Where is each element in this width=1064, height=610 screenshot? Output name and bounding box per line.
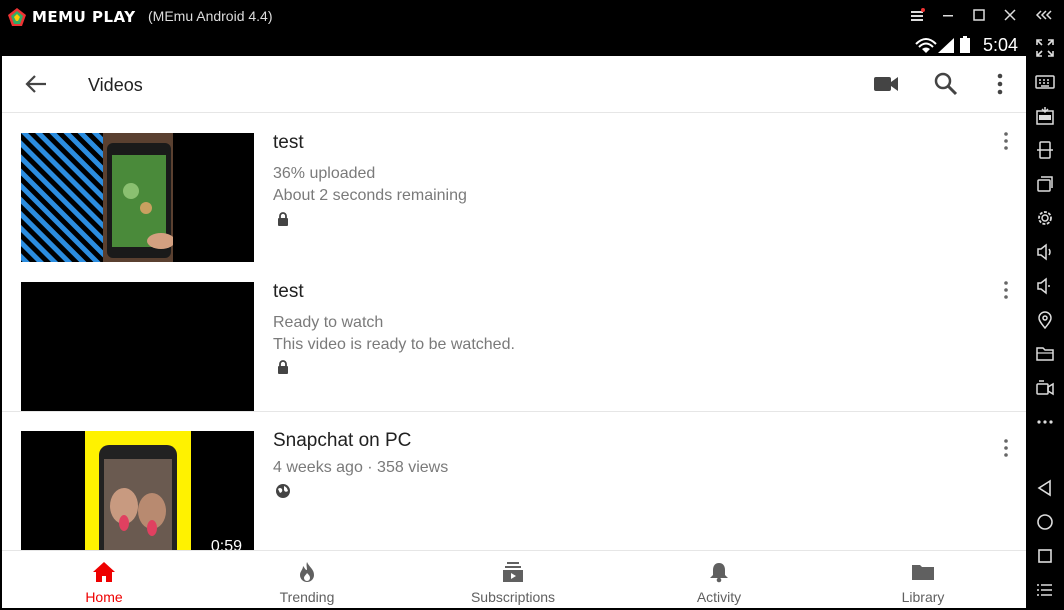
- flame-icon: [300, 562, 314, 582]
- android-menu-icon[interactable]: [1035, 580, 1055, 600]
- android-back-icon[interactable]: [1035, 478, 1055, 498]
- upload-progress-text: 36% uploaded: [273, 165, 376, 182]
- emulator-sidebar: [1026, 32, 1064, 610]
- globe-icon: [276, 484, 290, 498]
- video-thumbnail[interactable]: [21, 282, 254, 411]
- video-title[interactable]: Snapchat on PC: [273, 430, 411, 452]
- emulator-subtitle: (MEmu Android 4.4): [148, 8, 273, 24]
- menu-icon[interactable]: [905, 6, 929, 28]
- nav-subscriptions[interactable]: Subscriptions: [453, 551, 573, 608]
- android-status-bar: 5:04: [0, 32, 1026, 56]
- bottom-navigation: Home Trending Subscriptions Activity Lib…: [2, 550, 1026, 608]
- video-thumbnail[interactable]: 0:59: [21, 431, 254, 560]
- video-row[interactable]: test Ready to watch This video is ready …: [2, 262, 1026, 412]
- video-status-text: Ready to watch: [273, 314, 384, 331]
- fullscreen-icon[interactable]: [1035, 38, 1055, 58]
- nav-activity[interactable]: Activity: [659, 551, 779, 608]
- volume-down-icon[interactable]: [1035, 276, 1055, 296]
- close-icon[interactable]: [998, 6, 1022, 28]
- collapse-sidebar-icon[interactable]: [1032, 6, 1056, 28]
- subscriptions-icon: [503, 562, 523, 582]
- video-row[interactable]: 0:59 Snapchat on PC 4 weeks ago · 358 vi…: [2, 411, 1026, 560]
- folder-icon: [912, 565, 934, 580]
- keyboard-icon[interactable]: [1035, 72, 1055, 92]
- apk-install-icon[interactable]: [1035, 106, 1055, 126]
- video-thumbnail[interactable]: [21, 133, 254, 262]
- nav-label: Trending: [279, 589, 335, 605]
- more-vert-icon[interactable]: [986, 70, 1014, 98]
- video-options-icon[interactable]: [1002, 438, 1010, 458]
- nav-home[interactable]: Home: [44, 551, 164, 608]
- maximize-icon[interactable]: [967, 6, 991, 28]
- volume-up-icon[interactable]: [1035, 242, 1055, 262]
- shared-folder-icon[interactable]: [1035, 344, 1055, 364]
- multi-window-icon[interactable]: [1035, 174, 1055, 194]
- search-icon[interactable]: [932, 70, 960, 98]
- nav-label: Home: [85, 589, 123, 605]
- status-clock: 5:04: [982, 35, 1018, 55]
- settings-gear-icon[interactable]: [1035, 208, 1055, 228]
- video-title[interactable]: test: [273, 281, 304, 303]
- nav-label: Library: [901, 589, 945, 605]
- lock-icon: [278, 212, 288, 226]
- nav-label: Activity: [696, 589, 742, 605]
- nav-library[interactable]: Library: [863, 551, 983, 608]
- video-row[interactable]: test 36% uploaded About 2 seconds remain…: [2, 113, 1026, 262]
- video-options-icon[interactable]: [1002, 131, 1010, 151]
- page-title: Videos: [88, 75, 143, 95]
- upload-progress-thumbnail: [21, 133, 254, 262]
- video-options-icon[interactable]: [1002, 280, 1010, 300]
- upload-remaining-text: About 2 seconds remaining: [273, 187, 467, 204]
- emulator-brand: MEMU PLAY: [32, 8, 136, 26]
- android-home-icon[interactable]: [1035, 512, 1055, 532]
- video-stats-text: 4 weeks ago · 358 views: [273, 459, 449, 476]
- nav-trending[interactable]: Trending: [247, 551, 367, 608]
- app-bar: Videos: [2, 56, 1026, 113]
- video-camera-icon[interactable]: [872, 70, 900, 98]
- back-arrow-icon[interactable]: [22, 72, 50, 96]
- more-options-icon[interactable]: [1035, 412, 1055, 432]
- screen-record-icon[interactable]: [1035, 378, 1055, 398]
- minimize-icon[interactable]: [936, 6, 960, 28]
- video-title[interactable]: test: [273, 132, 304, 154]
- rotate-screen-icon[interactable]: [1035, 140, 1055, 160]
- home-icon: [93, 562, 115, 582]
- memu-logo-icon: [8, 8, 26, 26]
- video-status-detail: This video is ready to be watched.: [273, 336, 515, 353]
- location-icon[interactable]: [1035, 310, 1055, 330]
- android-recents-icon[interactable]: [1035, 546, 1055, 566]
- nav-label: Subscriptions: [470, 589, 556, 605]
- emulator-titlebar: MEMU PLAY (MEmu Android 4.4): [0, 0, 1064, 32]
- status-icons: [915, 36, 970, 53]
- lock-icon: [278, 360, 288, 374]
- bell-icon: [710, 563, 728, 583]
- youtube-app: Videos test 36% uploaded About 2 seconds…: [2, 56, 1026, 608]
